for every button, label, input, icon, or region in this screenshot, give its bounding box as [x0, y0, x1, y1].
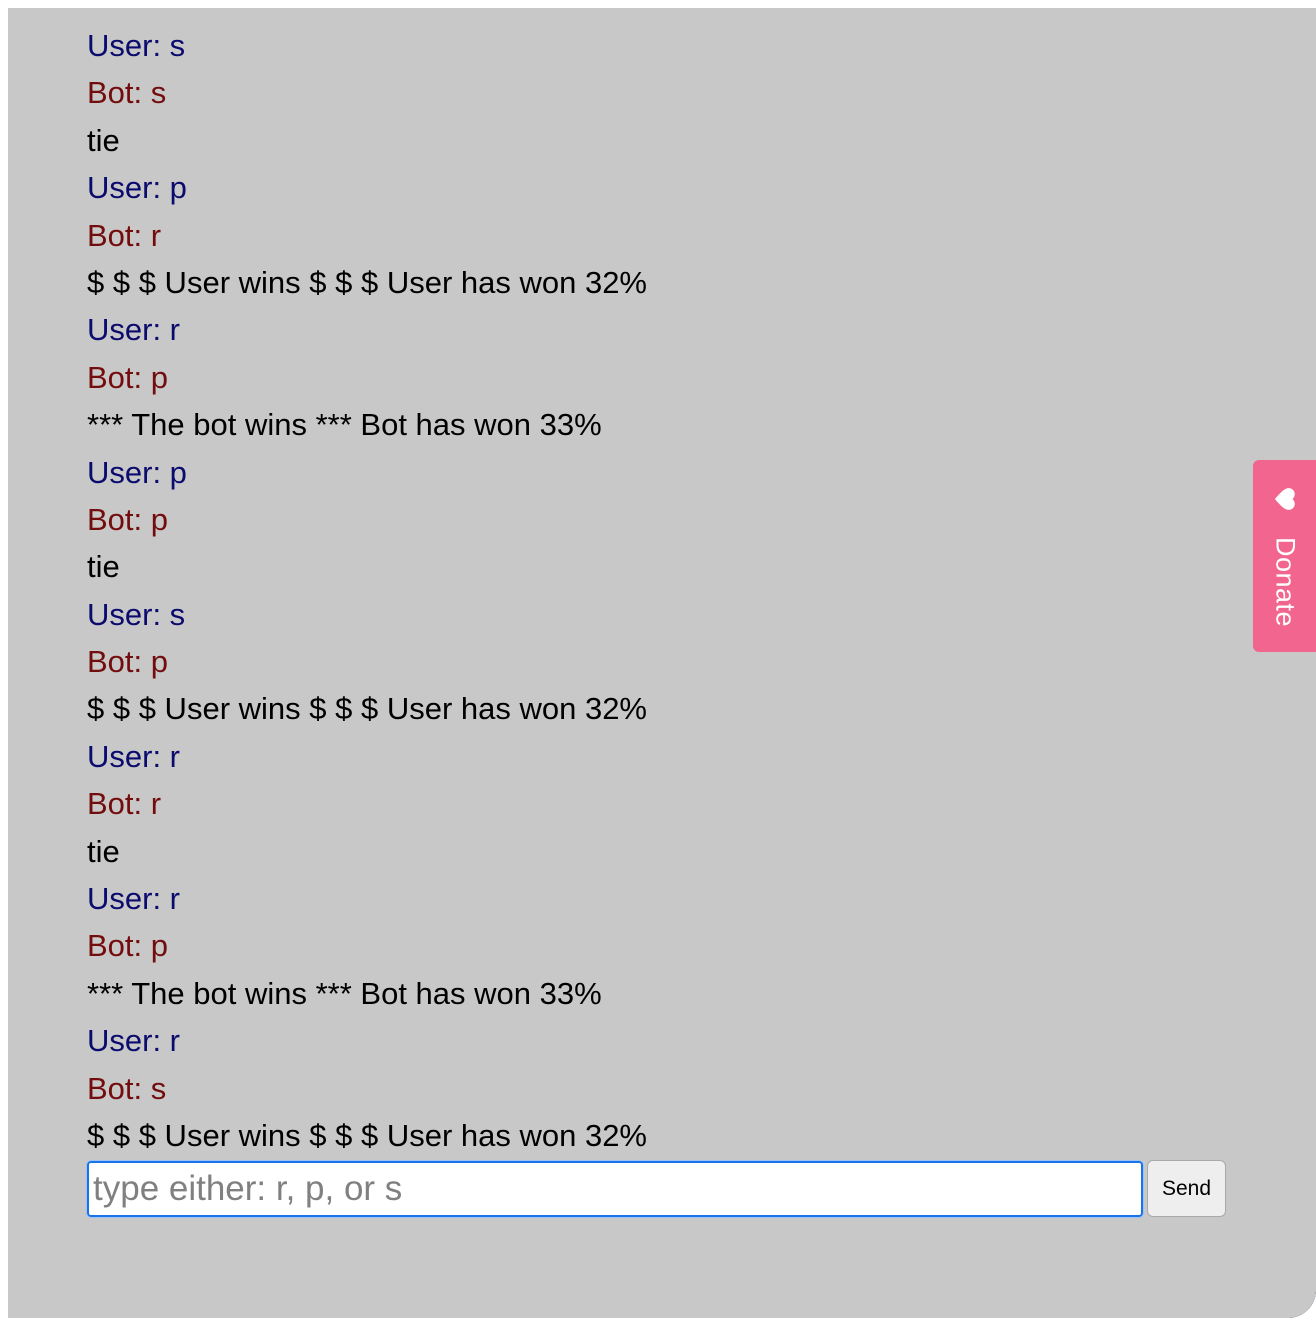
bot-message: Bot: p: [87, 501, 168, 537]
bot-message: Bot: p: [87, 359, 168, 395]
user-message: User: s: [87, 596, 186, 632]
user-message: User: s: [87, 28, 186, 63]
bot-message: Bot: s: [87, 1070, 167, 1106]
user-message: User: p: [87, 454, 187, 490]
result-message: $ $ $ User wins $ $ $ User has won 32%: [87, 264, 647, 300]
user-message: User: r: [87, 738, 180, 774]
result-message: *** The bot wins *** Bot has won 33%: [87, 407, 602, 443]
bot-message: Bot: s: [87, 75, 167, 111]
input-row: Send: [86, 1159, 1226, 1218]
chat-page: User: s Bot: s tie User: p Bot: r $ $ $ User …: [8, 8, 1316, 1318]
user-message: User: p: [87, 170, 187, 206]
chat-log: User: s Bot: s tie User: p Bot: r $ $ $ User …: [87, 22, 1187, 1159]
move-input[interactable]: [86, 1159, 1144, 1218]
result-message: tie: [87, 549, 120, 585]
bot-message: Bot: r: [87, 217, 162, 253]
bot-message: Bot: p: [87, 928, 168, 964]
bot-message: Bot: r: [87, 786, 162, 822]
heart-icon: [1274, 488, 1295, 510]
result-message: tie: [87, 833, 120, 869]
donate-button[interactable]: Donate: [1253, 460, 1316, 652]
user-message: User: r: [87, 881, 180, 917]
bot-message: Bot: p: [87, 644, 168, 680]
result-message: *** The bot wins *** Bot has won 33%: [87, 975, 602, 1011]
donate-label: Donate: [1270, 536, 1301, 628]
result-message: $ $ $ User wins $ $ $ User has won 32%: [87, 691, 647, 727]
user-message: User: r: [87, 312, 180, 348]
result-message: tie: [87, 122, 120, 158]
send-button[interactable]: Send: [1147, 1160, 1226, 1217]
result-message: $ $ $ User wins $ $ $ User has won 32%: [87, 1117, 647, 1153]
user-message: User: r: [87, 1023, 180, 1059]
